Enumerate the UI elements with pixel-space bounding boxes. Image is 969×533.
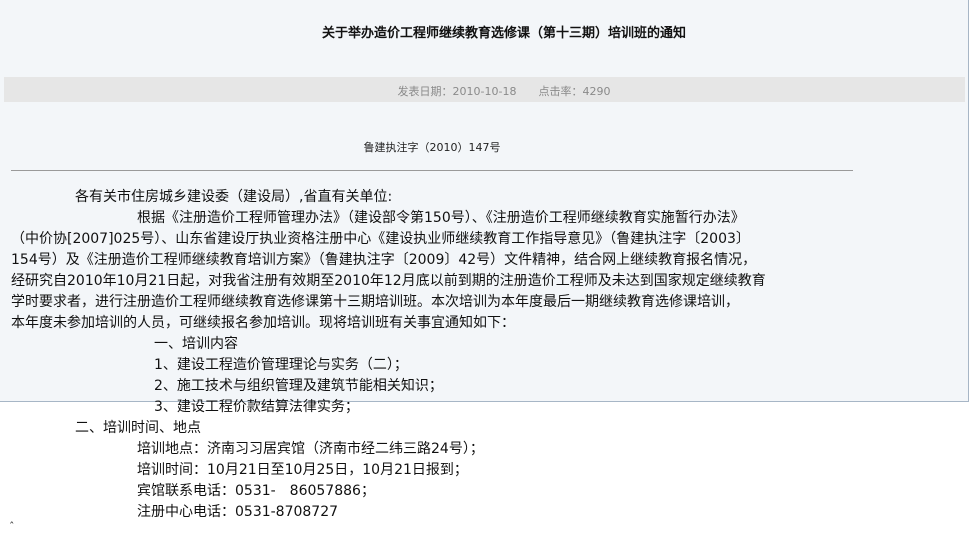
caret-mark: ˆ bbox=[9, 520, 15, 533]
list-item: 培训时间：10月21日至10月25日，10月21日报到； bbox=[137, 462, 468, 478]
paragraph-line: 154号）及《注册造价工程师继续教育培训方案》（鲁建执注字〔2009〕42号）文… bbox=[11, 252, 757, 268]
divider bbox=[11, 170, 853, 171]
notice-meta: 发表日期：2010-10-18 点击率：4290 bbox=[0, 83, 969, 99]
paragraph-line: 根据《注册造价工程师管理办法》（建设部令第150号）、《注册造价工程师继续教育实… bbox=[137, 210, 745, 226]
section-heading-time-place: 二、培训时间、地点 bbox=[75, 420, 201, 436]
document-number: 鲁建执注字（2010）147号 bbox=[363, 141, 501, 154]
paragraph-line: 经研究自2010年10月21日起，对我省注册有效期至2010年12月底以前到期的… bbox=[11, 273, 766, 289]
list-item: 2、施工技术与组织管理及建筑节能相关知识； bbox=[154, 378, 443, 394]
list-item: 注册中心电话：0531-8708727 bbox=[137, 504, 339, 520]
list-item: 宾馆联系电话：0531- 86057886； bbox=[137, 483, 375, 499]
publish-date: 2010-10-18 bbox=[452, 85, 517, 98]
section-heading-training-content: 一、培训内容 bbox=[154, 336, 238, 352]
salutation: 各有关市住房城乡建设委（建设局）,省直有关单位: bbox=[75, 189, 393, 205]
list-item: 培训地点：济南习习居宾馆（济南市经二纬三路24号）； bbox=[137, 441, 484, 457]
click-count-label: 点击率： bbox=[538, 85, 583, 98]
paragraph-line: 本年度未参加培训的人员，可继续报名参加培训。现将培训班有关事宜通知如下： bbox=[11, 315, 515, 331]
list-item: 1、建设工程造价管理理论与实务（二）； bbox=[154, 357, 408, 373]
paragraph-line: （中价协[2007]025号）、山东省建设厅执业资格注册中心《建设执业师继续教育… bbox=[11, 231, 750, 247]
notice-title: 关于举办造价工程师继续教育选修课（第十三期）培训班的通知 bbox=[321, 26, 686, 41]
paragraph-line: 学时要求者，进行注册造价工程师继续教育选修课第十三期培训班。本次培训为本年度最后… bbox=[11, 294, 739, 310]
publish-date-label: 发表日期： bbox=[397, 85, 453, 98]
click-count: 4290 bbox=[582, 85, 611, 98]
list-item: 3、建设工程价款结算法律实务； bbox=[154, 399, 359, 415]
